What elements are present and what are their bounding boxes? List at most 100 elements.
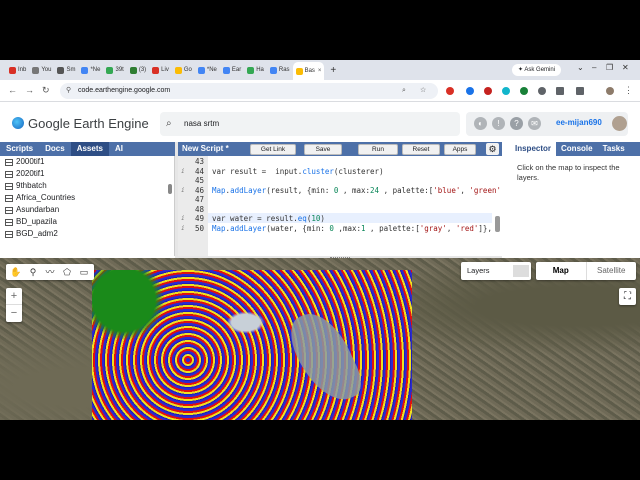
info-icon[interactable]: i [181, 214, 185, 224]
chevron-down-icon[interactable]: ⌄ [577, 63, 584, 72]
run-button[interactable]: Run [358, 144, 398, 155]
browser-tab[interactable]: Sm [54, 62, 78, 78]
editor-scrollbar[interactable] [495, 216, 500, 232]
polygon-draw-icon[interactable]: ⬠ [60, 265, 74, 279]
feedback-icon[interactable]: ✉ [528, 117, 541, 130]
tab-favicon-icon [81, 66, 89, 74]
extension-icon[interactable] [538, 87, 546, 95]
save-button[interactable]: Save [304, 144, 342, 155]
bookmark-star-icon[interactable]: ☆ [420, 83, 426, 99]
apps-button[interactable]: Apps [444, 144, 476, 155]
code-line[interactable]: var result = input.cluster(clusterer) [212, 167, 384, 177]
browser-tab[interactable]: Liv [149, 62, 172, 78]
gear-icon[interactable]: ⚙ [486, 143, 499, 155]
tab-label: *Ne [90, 67, 101, 73]
browser-tab[interactable]: Bas × [292, 62, 325, 80]
code-editor[interactable]: 43 i 44 var result = input.cluster(clustere… [178, 156, 502, 256]
info-icon[interactable]: i [181, 167, 185, 177]
fullscreen-icon[interactable]: ⛶ [619, 288, 636, 305]
zoom-control: + − [6, 288, 22, 322]
browser-tab[interactable]: (3) [127, 62, 149, 78]
reset-button[interactable]: Reset [402, 144, 440, 155]
pan-hand-icon[interactable]: ✋ [9, 265, 23, 279]
map-type-satellite-button[interactable]: Satellite [585, 262, 637, 280]
list-item[interactable]: 2000tif1 [0, 156, 174, 168]
forward-icon[interactable]: → [25, 85, 34, 95]
browser-tab[interactable]: 39t [103, 62, 126, 78]
tab-docs[interactable]: Docs [39, 142, 71, 156]
settings-toggle-icon[interactable]: ◐ [474, 117, 487, 130]
tab-label: Ear [231, 67, 242, 73]
tab-label: *Ne [206, 67, 217, 73]
layers-toggle[interactable] [513, 265, 529, 277]
info-icon[interactable]: i [181, 186, 185, 196]
zoom-in-button[interactable]: + [6, 288, 22, 305]
extension-icon[interactable] [502, 87, 510, 95]
extension-icon[interactable] [466, 87, 474, 95]
tab-inspector[interactable]: Inspector [510, 142, 557, 156]
avatar[interactable] [612, 116, 627, 131]
list-item[interactable]: Africa_Countries [0, 192, 174, 204]
profile-avatar[interactable] [606, 87, 614, 95]
extensions-puzzle-icon[interactable] [556, 87, 564, 95]
list-item[interactable]: Asundarban [0, 204, 174, 216]
minimize-icon[interactable]: – [592, 63, 596, 72]
map-type-map-button[interactable]: Map [536, 262, 586, 280]
browser-tab[interactable]: *Ne [78, 62, 103, 78]
close-tab-icon[interactable]: × [318, 68, 322, 74]
gee-logo[interactable]: Google Earth Engine [12, 116, 149, 131]
tab-console[interactable]: Console [556, 142, 598, 156]
browser-tab[interactable]: Inb [6, 62, 29, 78]
code-line[interactable]: Map.addLayer(water, {min: 0 ,max:1 , pal… [212, 224, 492, 234]
notifications-icon[interactable]: ! [492, 117, 505, 130]
layers-button[interactable]: Layers [461, 262, 531, 280]
new-tab-button[interactable]: + [330, 65, 336, 76]
ask-gemini-button[interactable]: ✦ Ask Gemini [512, 64, 562, 76]
extension-icon[interactable] [520, 87, 528, 95]
get-link-button[interactable]: Get Link [250, 144, 296, 155]
tab-tasks[interactable]: Tasks [598, 142, 630, 156]
side-panel-icon[interactable] [576, 87, 584, 95]
url-input[interactable]: ⚲ code.earthengine.google.com ⌕ ☆ [60, 83, 438, 99]
gee-header: Google Earth Engine ⌕ nasa srtm ◐ ! ? ✉ … [0, 102, 640, 142]
tab-ai[interactable]: AI [109, 142, 129, 156]
menu-icon[interactable]: ⋮ [624, 85, 633, 96]
list-item[interactable]: BGD_adm2 [0, 228, 174, 240]
list-item[interactable]: 2020tif1 [0, 168, 174, 180]
asset-scrollbar[interactable] [168, 156, 173, 256]
browser-tab[interactable]: Ras [267, 62, 293, 78]
list-item[interactable]: 9thbatch [0, 180, 174, 192]
tab-scripts[interactable]: Scripts [0, 142, 39, 156]
browser-tab[interactable]: Go [172, 62, 195, 78]
panel-divider[interactable] [502, 142, 510, 258]
browser-tab[interactable]: Ear [220, 62, 244, 78]
rectangle-draw-icon[interactable]: ▭ [77, 265, 91, 279]
close-window-icon[interactable]: ✕ [622, 63, 629, 72]
line-draw-icon[interactable]: 〰 [43, 265, 57, 279]
tab-assets[interactable]: Assets [70, 142, 109, 156]
zoom-out-button[interactable]: − [6, 305, 22, 322]
info-icon[interactable]: i [181, 224, 185, 234]
map-canvas[interactable]: ✋ ⚲ 〰 ⬠ ▭ + − Layers Map Satellite ⛶ [0, 258, 640, 420]
restore-icon[interactable]: ❐ [606, 63, 613, 72]
reload-icon[interactable]: ↻ [42, 85, 50, 96]
tab-label: Inb [18, 67, 27, 73]
zoom-icon[interactable]: ⌕ [402, 83, 406, 99]
code-line[interactable]: Map.addLayer(result, {min: 0 , max:24 , … [212, 186, 501, 196]
tab-favicon-icon [269, 66, 277, 74]
extension-icon[interactable] [446, 87, 454, 95]
scroll-thumb[interactable] [168, 184, 172, 194]
point-marker-icon[interactable]: ⚲ [26, 265, 40, 279]
browser-tab[interactable]: Ha [244, 62, 267, 78]
back-icon[interactable]: ← [8, 85, 17, 95]
browser-tab[interactable]: *Ne [195, 62, 220, 78]
search-input[interactable]: ⌕ nasa srtm [160, 112, 460, 136]
tab-label: Sm [66, 67, 76, 73]
list-item[interactable]: BD_upazila [0, 216, 174, 228]
extension-icon[interactable] [484, 87, 492, 95]
code-line[interactable]: var water = result.eq(10) [212, 214, 325, 224]
script-title[interactable]: New Script * [182, 142, 229, 156]
help-icon[interactable]: ? [510, 117, 523, 130]
user-name[interactable]: ee-mijan690 [556, 118, 602, 127]
browser-tab[interactable]: You [29, 62, 54, 78]
